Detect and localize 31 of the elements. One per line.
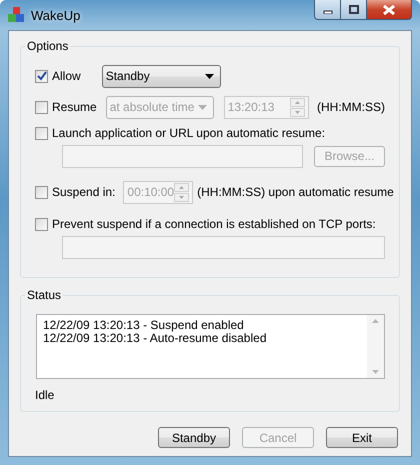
maximize-button[interactable] [341,0,367,20]
log-entry: 12/22/09 13:20:13 - Auto-resume disabled [43,332,268,345]
checkbox[interactable] [35,70,48,82]
checkbox-label: Resume [52,100,97,114]
suspend-hint: (HH:MM:SS) upon automatic resume [197,185,394,199]
status-text: Idle [35,388,54,402]
dialog-button[interactable]: Standby [158,427,230,448]
dropdown[interactable]: Standby [102,64,221,88]
maximize-icon [348,5,358,14]
group-title: Options [25,39,70,53]
format-hint: (HH:MM:SS) [317,100,385,114]
checkbox-label: Launch application or URL upon automatic resume: [52,126,326,140]
blocks-icon [8,7,24,23]
caret-icon [204,74,214,78]
minimize-button[interactable] [314,0,341,20]
spin-buttons-icon [174,182,190,202]
scroll-up-icon [372,319,379,323]
dialog-button[interactable]: Exit [326,427,398,448]
scroll-down-icon [372,370,379,374]
checkbox-label: Allow [52,69,81,83]
group-title: Status [25,288,64,302]
close-icon [383,4,395,14]
scrollbar[interactable] [367,315,384,378]
checkbox-label: Prevent suspend if a connection is established on TCP ports: [52,217,376,231]
close-button[interactable] [367,0,412,20]
window-title: WakeUp [31,8,80,22]
spin-buttons-icon [290,98,305,116]
log-entry: 12/22/09 13:20:13 - Suspend enabled [43,319,245,332]
checkbox-label: Suspend in: [52,185,116,199]
log-list[interactable]: 12/22/09 13:20:13 - Suspend enabled 12/22/09 13:20:13 - Auto-resume disabled [36,314,385,379]
caret-icon [198,104,207,110]
